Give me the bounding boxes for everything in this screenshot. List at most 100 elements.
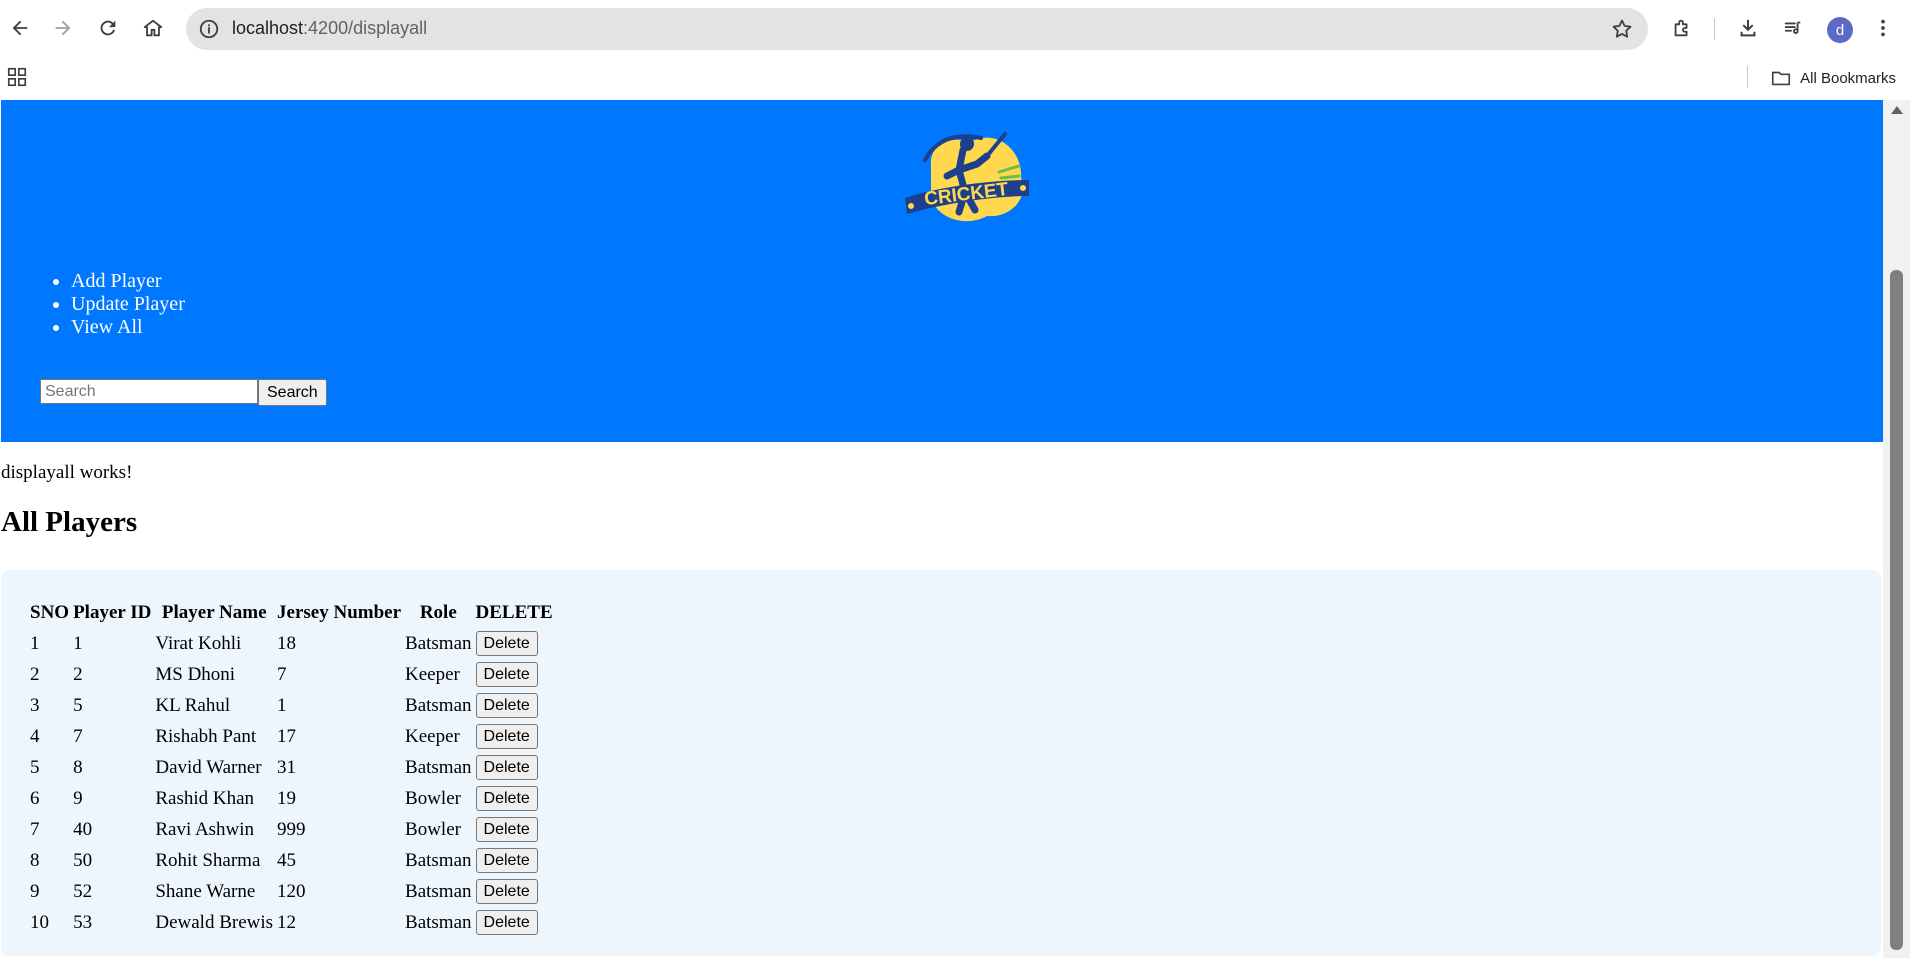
cell-role: Keeper — [405, 725, 460, 747]
main-nav: Add Player Update Player View All — [71, 270, 185, 339]
puzzle-icon — [1674, 19, 1688, 37]
delete-button[interactable]: Delete — [475, 848, 538, 873]
forward-button[interactable] — [43, 8, 83, 48]
cell-sno: 3 — [30, 694, 40, 716]
table-row: 8 50 Rohit Sharma 45 Batsman Delete — [29, 846, 554, 875]
bookmark-star-icon[interactable] — [1610, 17, 1634, 41]
table-row: 5 8 David Warner 31 Batsman Delete — [29, 753, 554, 782]
extensions-button[interactable] — [1662, 8, 1702, 48]
home-button[interactable] — [133, 8, 173, 48]
cell-jersey-number: 19 — [277, 787, 297, 809]
cell-player-id: 7 — [73, 725, 83, 747]
cell-sno: 5 — [30, 756, 40, 778]
delete-button[interactable]: Delete — [475, 724, 538, 749]
column-header-jersey-number: Jersey Number — [277, 601, 402, 623]
table-row: 10 53 Dewald Brewis 12 Batsman Delete — [29, 908, 554, 937]
players-table: SNO Player ID Player Name Jersey Number … — [27, 596, 556, 939]
all-bookmarks-button[interactable]: All Bookmarks — [1770, 64, 1896, 92]
table-row: 3 5 KL Rahul 1 Batsman Delete — [29, 691, 554, 720]
profile-avatar[interactable]: d — [1827, 17, 1853, 43]
cell-sno: 10 — [30, 911, 49, 933]
delete-button[interactable]: Delete — [475, 817, 538, 842]
cell-delete: Delete — [475, 784, 554, 813]
cell-role: Batsman — [405, 694, 472, 716]
cricket-logo: CRICKET — [905, 132, 1029, 222]
all-bookmarks-label: All Bookmarks — [1800, 69, 1896, 87]
cell-delete: Delete — [475, 660, 554, 689]
players-table-card: SNO Player ID Player Name Jersey Number … — [1, 570, 1881, 956]
column-header-delete: DELETE — [475, 601, 553, 623]
kebab-menu-icon — [1881, 19, 1885, 37]
nav-item-view-all: View All — [71, 316, 185, 339]
delete-button[interactable]: Delete — [475, 786, 538, 811]
table-row: 9 52 Shane Warne 120 Batsman Delete — [29, 877, 554, 906]
nav-link-view-all[interactable]: View All — [71, 316, 143, 338]
nav-link-add-player[interactable]: Add Player — [71, 270, 162, 292]
search-input[interactable] — [40, 379, 258, 404]
back-button[interactable] — [0, 8, 40, 48]
media-controls-button[interactable] — [1773, 8, 1813, 48]
column-header-role: Role — [419, 601, 457, 623]
downloads-button[interactable] — [1728, 8, 1768, 48]
cell-sno: 1 — [30, 632, 40, 654]
scrollbar-thumb[interactable] — [1890, 270, 1903, 950]
nav-item-add-player: Add Player — [71, 270, 185, 293]
search-form: Search — [40, 379, 327, 406]
search-button[interactable]: Search — [258, 379, 327, 406]
table-row: 7 40 Ravi Ashwin 999 Bowler Delete — [29, 815, 554, 844]
cell-player-id: 1 — [73, 632, 83, 654]
cell-player-id: 50 — [73, 849, 93, 871]
site-info-icon[interactable] — [198, 18, 220, 40]
cell-player-name: Dewald Brewis — [155, 911, 274, 933]
delete-button[interactable]: Delete — [475, 879, 538, 904]
cell-sno: 7 — [30, 818, 40, 840]
reload-icon — [100, 20, 116, 36]
cell-player-id: 40 — [73, 818, 93, 840]
cell-player-id: 53 — [73, 911, 93, 933]
cell-role: Keeper — [405, 663, 460, 685]
browser-menu-button[interactable] — [1863, 8, 1903, 48]
delete-button[interactable]: Delete — [475, 693, 538, 718]
cell-jersey-number: 12 — [277, 911, 297, 933]
cell-jersey-number: 999 — [277, 818, 306, 840]
bookmarks-bar: All Bookmarks — [0, 58, 1910, 100]
cell-sno: 2 — [30, 663, 40, 685]
delete-button[interactable]: Delete — [475, 910, 538, 935]
cell-player-name: Virat Kohli — [155, 632, 242, 654]
apps-grid-icon[interactable] — [6, 66, 28, 88]
cell-player-name: MS Dhoni — [155, 663, 236, 685]
cell-sno: 6 — [30, 787, 40, 809]
cell-delete: Delete — [475, 877, 554, 906]
cell-delete: Delete — [475, 908, 554, 937]
address-bar[interactable]: localhost:4200/displayall — [186, 8, 1648, 50]
cell-role: Batsman — [405, 849, 472, 871]
cell-role: Bowler — [405, 818, 461, 840]
scroll-up-arrow-icon[interactable] — [1891, 106, 1903, 114]
cell-jersey-number: 120 — [277, 880, 306, 902]
delete-button[interactable]: Delete — [475, 755, 538, 780]
cell-jersey-number: 45 — [277, 849, 297, 871]
column-header-sno: SNO — [30, 601, 70, 623]
cell-player-name: David Warner — [155, 756, 262, 778]
cell-jersey-number: 18 — [277, 632, 297, 654]
table-header-row: SNO Player ID Player Name Jersey Number … — [29, 598, 554, 627]
cell-player-name: Ravi Ashwin — [155, 818, 255, 840]
reload-button[interactable] — [88, 8, 128, 48]
app-header: CRICKET Add Player Update Player View Al… — [1, 100, 1883, 442]
page-scrollbar[interactable] — [1883, 100, 1910, 958]
cell-player-id: 2 — [73, 663, 83, 685]
page-viewport: CRICKET Add Player Update Player View Al… — [0, 100, 1910, 958]
playlist-icon — [1784, 21, 1801, 34]
page-title: All Players — [1, 506, 138, 538]
cell-player-name: Shane Warne — [155, 880, 256, 902]
arrow-right-icon — [55, 20, 71, 36]
delete-button[interactable]: Delete — [475, 662, 538, 687]
bookmarks-divider — [1747, 66, 1748, 88]
cell-player-id: 52 — [73, 880, 93, 902]
nav-link-update-player[interactable]: Update Player — [71, 293, 185, 315]
delete-button[interactable]: Delete — [475, 631, 538, 656]
cell-role: Batsman — [405, 632, 472, 654]
url-text[interactable]: localhost:4200/displayall — [232, 18, 427, 39]
table-row: 1 1 Virat Kohli 18 Batsman Delete — [29, 629, 554, 658]
cell-delete: Delete — [475, 629, 554, 658]
